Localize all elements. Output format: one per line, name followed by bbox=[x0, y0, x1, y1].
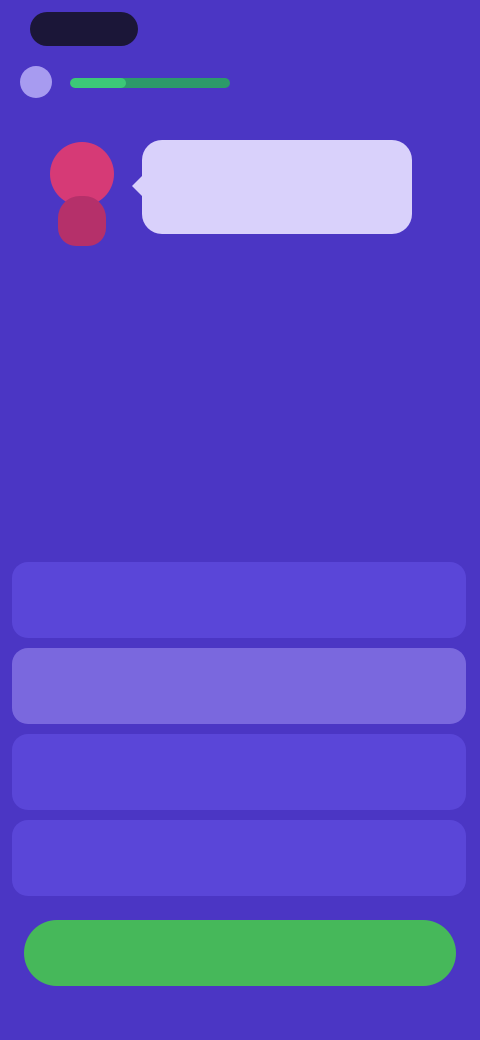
top-pill-badge bbox=[30, 12, 138, 46]
continue-button[interactable] bbox=[24, 920, 456, 986]
answer-option-2[interactable] bbox=[12, 648, 466, 724]
mascot-body bbox=[58, 196, 106, 246]
progress-bar bbox=[70, 78, 230, 88]
mascot-character bbox=[44, 142, 120, 250]
speech-bubble bbox=[132, 140, 412, 234]
answer-option-1[interactable] bbox=[12, 562, 466, 638]
answer-option-3[interactable] bbox=[12, 734, 466, 810]
answer-option-4[interactable] bbox=[12, 820, 466, 896]
progress-fill bbox=[70, 78, 126, 88]
answer-options bbox=[12, 562, 466, 900]
back-button[interactable] bbox=[20, 66, 52, 98]
